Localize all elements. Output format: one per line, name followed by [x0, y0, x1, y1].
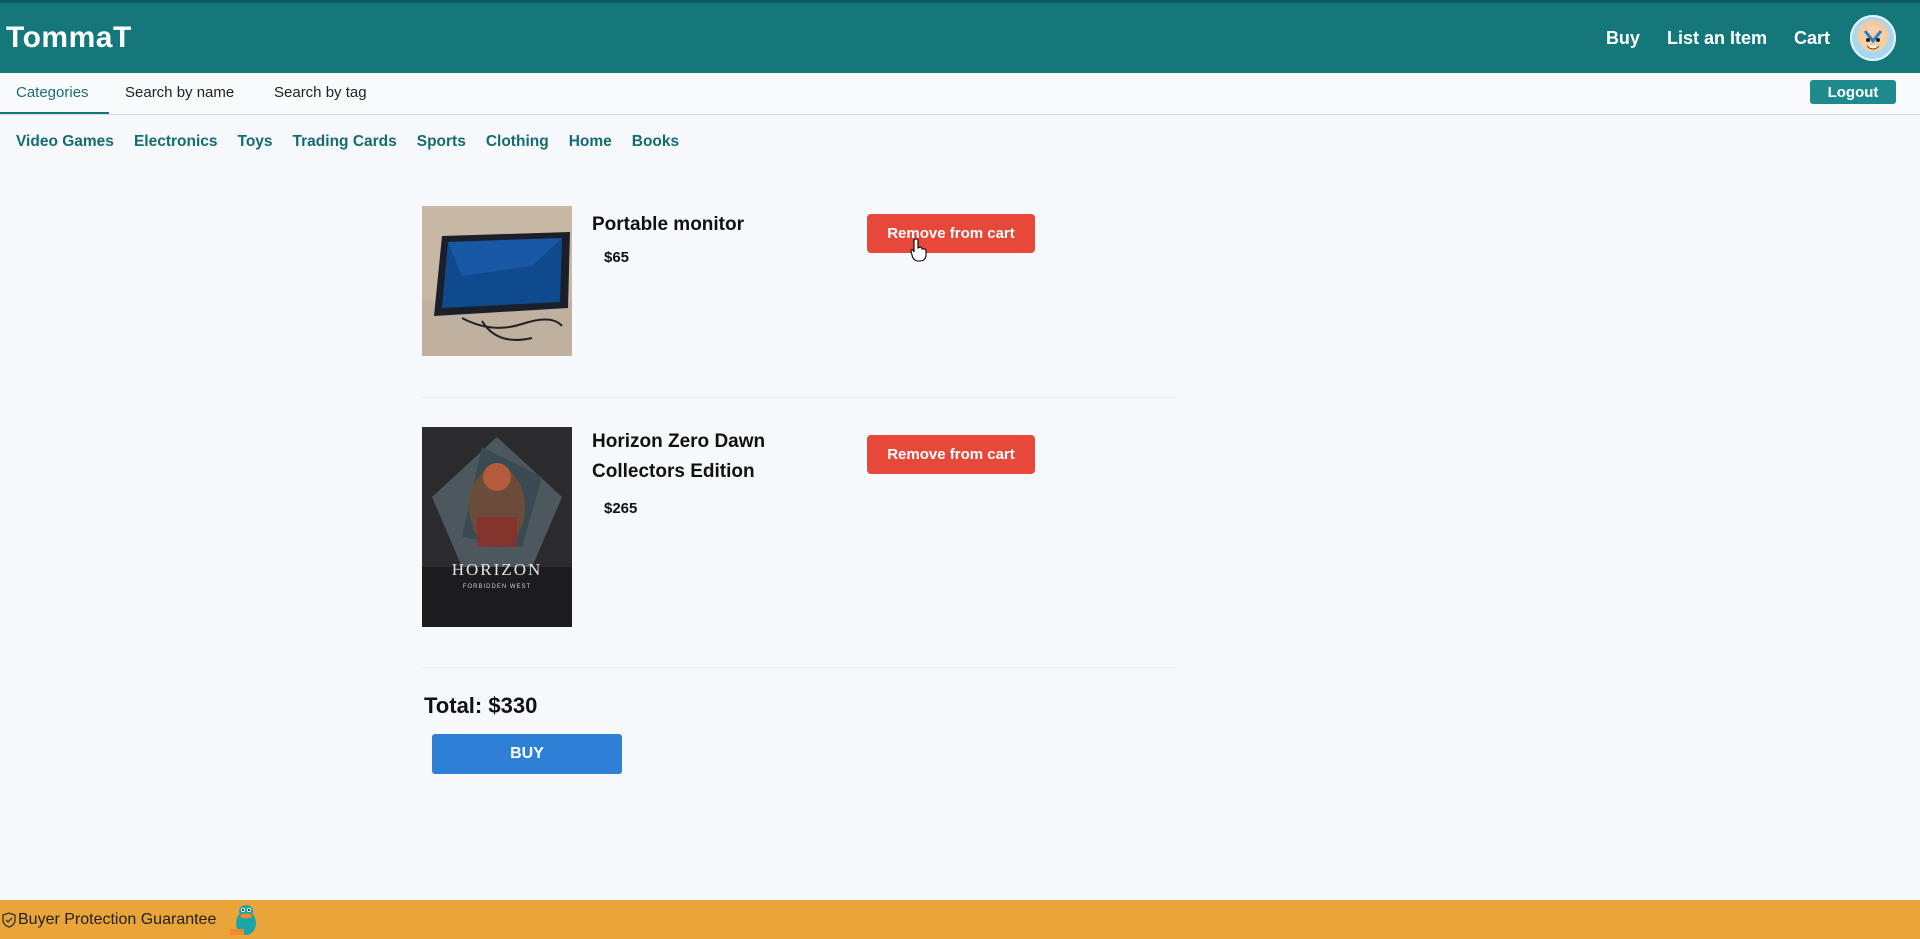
top-nav: Buy List an Item Cart: [1579, 15, 1896, 61]
item-divider: [422, 397, 1177, 398]
logout-button[interactable]: Logout: [1810, 80, 1896, 104]
category-trading-cards[interactable]: Trading Cards: [293, 133, 397, 151]
svg-text:FORBIDDEN WEST: FORBIDDEN WEST: [463, 584, 531, 590]
item-divider: [422, 667, 1177, 668]
tab-search-by-name[interactable]: Search by name: [109, 73, 250, 114]
platypus-mascot-icon: [230, 904, 257, 935]
category-video-games[interactable]: Video Games: [16, 133, 114, 151]
item-image-monitor[interactable]: [422, 206, 572, 356]
buyer-protection-text: Buyer Protection Guarantee: [18, 910, 217, 928]
avatar-face-icon: [1860, 26, 1886, 52]
item-image-horizon[interactable]: HORIZON FORBIDDEN WEST: [422, 427, 572, 627]
tab-search-by-tag[interactable]: Search by tag: [258, 73, 383, 114]
footer-banner: Buyer Protection Guarantee: [0, 900, 1920, 939]
nav-buy-link[interactable]: Buy: [1606, 28, 1640, 49]
category-home[interactable]: Home: [569, 133, 612, 151]
remove-from-cart-button[interactable]: Remove from cart: [867, 435, 1035, 474]
top-header: TommaT Buy List an Item Cart: [0, 0, 1920, 73]
cart-total: Total: $330: [424, 693, 538, 718]
avatar[interactable]: [1850, 15, 1896, 61]
nav-list-item-link[interactable]: List an Item: [1667, 28, 1767, 49]
category-sports[interactable]: Sports: [417, 133, 466, 151]
category-electronics[interactable]: Electronics: [134, 133, 218, 151]
item-price: $65: [604, 249, 630, 266]
game-box-photo-icon: HORIZON FORBIDDEN WEST: [422, 427, 572, 627]
category-toys[interactable]: Toys: [238, 133, 273, 151]
monitor-photo-icon: [422, 206, 572, 356]
tab-categories[interactable]: Categories: [0, 73, 109, 114]
category-clothing[interactable]: Clothing: [486, 133, 549, 151]
buy-button[interactable]: BUY: [432, 734, 622, 774]
cart-item: HORIZON FORBIDDEN WEST Horizon Zero Dawn…: [422, 427, 1177, 667]
category-books[interactable]: Books: [632, 133, 679, 151]
sub-nav-bar: Categories Search by name Search by tag …: [0, 73, 1920, 115]
brand-logo[interactable]: TommaT: [6, 21, 132, 55]
item-price: $265: [604, 500, 638, 517]
remove-from-cart-button[interactable]: Remove from cart: [867, 214, 1035, 253]
cart-item: Portable monitor $65 Remove from cart: [422, 206, 1177, 396]
item-title: Portable monitor: [592, 214, 745, 235]
shield-icon: [2, 911, 16, 928]
svg-text:HORIZON: HORIZON: [452, 560, 543, 579]
category-links: Video Games Electronics Toys Trading Car…: [16, 133, 699, 151]
nav-cart-link[interactable]: Cart: [1794, 28, 1830, 49]
item-title: Horizon Zero Dawn Collectors Edition: [592, 431, 766, 482]
